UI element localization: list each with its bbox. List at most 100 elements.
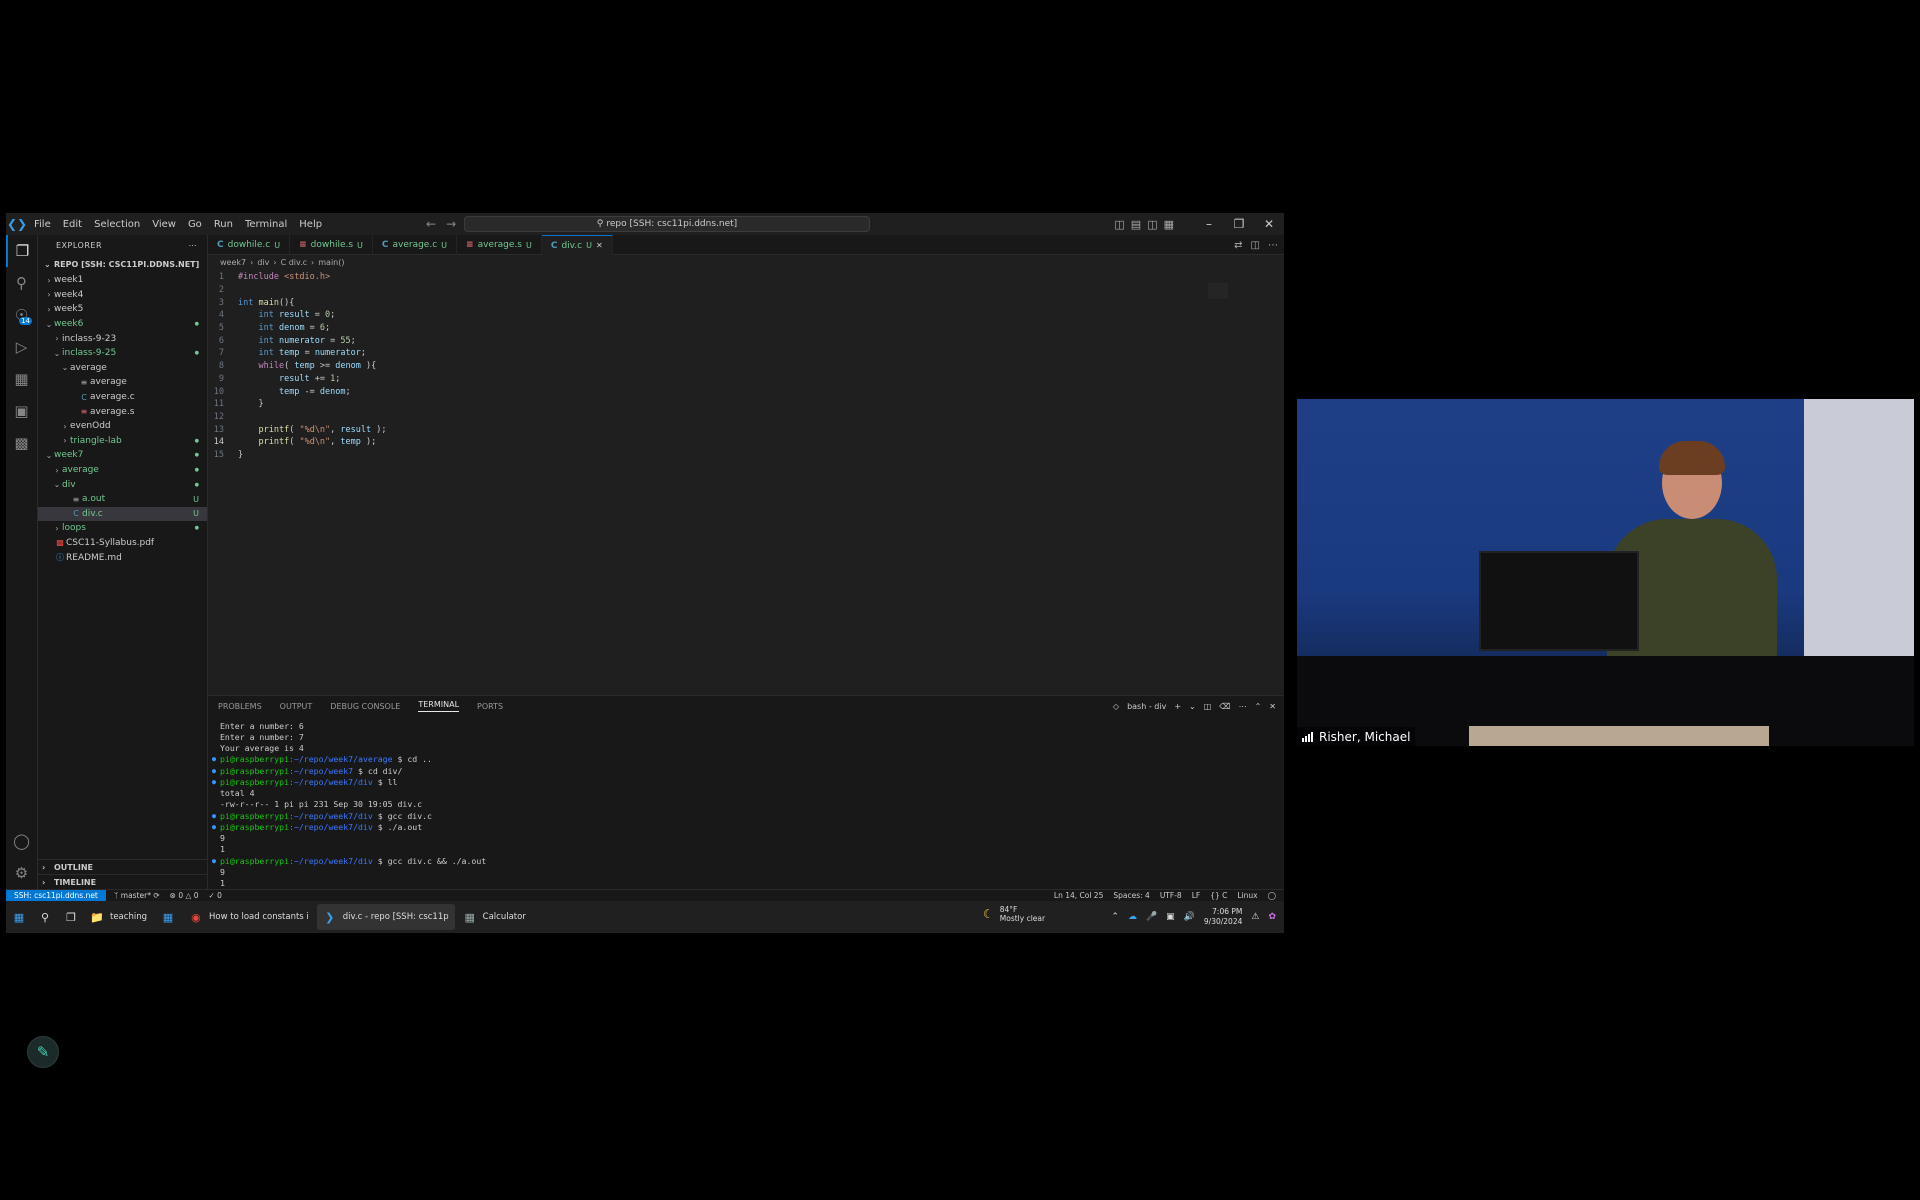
testing-icon[interactable]: ▩ <box>6 427 37 459</box>
close-panel-icon[interactable]: ✕ <box>1269 702 1276 711</box>
toggle-secondary-sidebar-icon[interactable]: ◫ <box>1147 218 1157 231</box>
split-terminal-icon[interactable]: ◫ <box>1204 702 1212 711</box>
platform[interactable]: Linux <box>1237 891 1257 900</box>
more-actions-icon[interactable]: ⋯ <box>189 241 198 250</box>
tree-file[interactable]: Cdiv.c U <box>38 506 207 522</box>
copilot-icon[interactable]: ✿ <box>1268 912 1276 922</box>
explorer-icon[interactable]: ❐ <box>6 235 37 267</box>
breadcrumb-item[interactable]: div <box>257 258 269 267</box>
editor-tab[interactable]: ≡ average.s U <box>457 235 542 255</box>
new-terminal-icon[interactable]: + <box>1174 702 1181 711</box>
clock[interactable]: 7:06 PM 9/30/2024 <box>1204 907 1242 927</box>
tree-folder[interactable]: ⌄ inclass-9-25 ● <box>38 346 207 361</box>
toggle-sidebar-icon[interactable]: ◫ <box>1114 218 1124 231</box>
tree-folder[interactable]: › inclass-9-23 <box>38 331 207 346</box>
bell-icon[interactable]: ◯ <box>1268 891 1276 900</box>
notification-bell-icon[interactable]: ⚠ <box>1251 912 1259 922</box>
toggle-panel-icon[interactable]: ▤ <box>1131 218 1141 231</box>
minimize-button[interactable]: – <box>1194 217 1224 231</box>
minimap[interactable] <box>1208 283 1228 299</box>
tree-folder[interactable]: ⌄ average <box>38 361 207 376</box>
pencil-edit-button[interactable]: ✎ <box>27 1036 59 1068</box>
workspace-root[interactable]: ⌄ REPO [SSH: CSC11PI.DDNS.NET] <box>38 255 207 273</box>
tree-file[interactable]: ≡ average.s <box>38 404 207 419</box>
menu-item-help[interactable]: Help <box>293 219 328 230</box>
volume-icon[interactable]: 🔊 <box>1184 912 1195 922</box>
taskbar-app[interactable]: ▦ Calculator <box>457 904 532 930</box>
taskbar-search[interactable]: ⚲ <box>32 904 58 930</box>
weather-widget[interactable]: ☾ 84°F Mostly clear <box>983 905 1045 923</box>
breadcrumb-item[interactable]: C div.c <box>281 258 307 267</box>
start-button[interactable]: ▦ <box>6 904 32 930</box>
trash-icon[interactable]: ⌫ <box>1219 702 1230 711</box>
back-arrow-icon[interactable]: ← <box>426 217 436 231</box>
tree-folder[interactable]: › week1 <box>38 273 207 288</box>
menu-item-go[interactable]: Go <box>182 219 208 230</box>
tree-file[interactable]: ≡ average <box>38 375 207 390</box>
taskbar-app[interactable]: ❯ div.c - repo [SSH: csc11p <box>316 904 455 930</box>
close-tab-icon[interactable]: ✕ <box>596 241 603 250</box>
tree-folder[interactable]: › evenOdd <box>38 419 207 434</box>
extensions-icon[interactable]: ▦ <box>6 363 37 395</box>
menu-item-file[interactable]: File <box>28 219 57 230</box>
tree-folder[interactable]: › week4 <box>38 288 207 303</box>
chevron-up-icon[interactable]: ⌃ <box>1111 912 1119 922</box>
taskbar-app[interactable]: 📁 teaching <box>84 904 153 930</box>
editor-tab[interactable]: Cdowhile.c U <box>208 235 291 255</box>
menu-item-selection[interactable]: Selection <box>88 219 146 230</box>
restore-button[interactable]: ❐ <box>1224 217 1254 231</box>
account-icon[interactable]: ◯ <box>6 825 37 857</box>
monitor-icon[interactable]: ▣ <box>1166 912 1175 922</box>
panel-tab-ports[interactable]: PORTS <box>477 702 503 711</box>
panel-tab-debug-console[interactable]: DEBUG CONSOLE <box>330 702 400 711</box>
open-changes-icon[interactable]: ⇄ <box>1234 240 1242 251</box>
tree-folder[interactable]: › triangle-lab ● <box>38 434 207 449</box>
remote-explorer-icon[interactable]: ▣ <box>6 395 37 427</box>
tree-folder[interactable]: › week5 <box>38 302 207 317</box>
menu-item-edit[interactable]: Edit <box>57 219 88 230</box>
search-icon[interactable]: ⚲ <box>6 267 37 299</box>
tree-folder[interactable]: › average ● <box>38 463 207 478</box>
editor-tab[interactable]: Cdiv.c U ✕ <box>541 235 613 255</box>
panel-tab-output[interactable]: OUTPUT <box>280 702 313 711</box>
terminal-output[interactable]: Enter a number: 6 Enter a number: 7 Your a… <box>208 720 1284 900</box>
maximize-panel-icon[interactable]: ⌃ <box>1255 702 1262 711</box>
split-editor-icon[interactable]: ◫ <box>1251 240 1260 251</box>
breadcrumb-item[interactable]: main() <box>318 258 344 267</box>
run-debug-icon[interactable]: ▷ <box>6 331 37 363</box>
command-center[interactable]: ⚲ repo [SSH: csc11pi.ddns.net] <box>464 216 870 232</box>
task-view-button[interactable]: ❐ <box>58 904 84 930</box>
breadcrumb-item[interactable]: week7 <box>220 258 246 267</box>
taskbar-app[interactable]: ◉ How to load constants i <box>183 904 315 930</box>
tree-folder[interactable]: › loops ● <box>38 521 207 536</box>
sidebar-section-outline[interactable]: › OUTLINE <box>38 859 207 874</box>
sidebar-section-timeline[interactable]: › TIMELINE <box>38 874 207 889</box>
customize-layout-icon[interactable]: ▦ <box>1164 218 1174 231</box>
tree-folder[interactable]: ⌄ week7 ● <box>38 448 207 463</box>
panel-tab-problems[interactable]: PROBLEMS <box>218 702 262 711</box>
editor-tab[interactable]: Caverage.c U <box>373 235 458 255</box>
tree-file[interactable]: ≡ a.out U <box>38 492 207 507</box>
source-control-icon[interactable]: ☉ 14 <box>6 299 37 331</box>
taskbar-app[interactable]: ▦ <box>155 904 181 930</box>
more-actions-icon[interactable]: ⋯ <box>1268 240 1278 251</box>
tree-file[interactable]: Caverage.c <box>38 390 207 405</box>
chevron-down-icon[interactable]: ⌄ <box>1189 702 1196 711</box>
tree-file[interactable]: ⓘ README.md <box>38 550 207 565</box>
cursor-position[interactable]: Ln 14, Col 25 <box>1054 891 1103 900</box>
tree-folder[interactable]: ⌄ div ● <box>38 477 207 492</box>
microphone-icon[interactable]: 🎤 <box>1146 912 1157 922</box>
editor-tab[interactable]: ≡ dowhile.s U <box>290 235 373 255</box>
gear-icon[interactable]: ⚙ <box>6 857 37 889</box>
encoding[interactable]: UTF-8 <box>1160 891 1182 900</box>
remote-indicator[interactable]: SSH: csc11pi.ddns.net <box>6 889 106 902</box>
end-of-line[interactable]: LF <box>1192 891 1201 900</box>
tree-folder[interactable]: ⌄ week6 ● <box>38 317 207 332</box>
forward-arrow-icon[interactable]: → <box>446 217 456 231</box>
problems-indicator[interactable]: ⊗ 0 △ 0 <box>170 891 199 900</box>
terminal-name[interactable]: bash - div <box>1127 702 1166 711</box>
close-window-button[interactable]: ✕ <box>1254 217 1284 231</box>
indentation[interactable]: Spaces: 4 <box>1113 891 1149 900</box>
more-actions-icon[interactable]: ⋯ <box>1239 702 1247 711</box>
menu-item-run[interactable]: Run <box>208 219 239 230</box>
